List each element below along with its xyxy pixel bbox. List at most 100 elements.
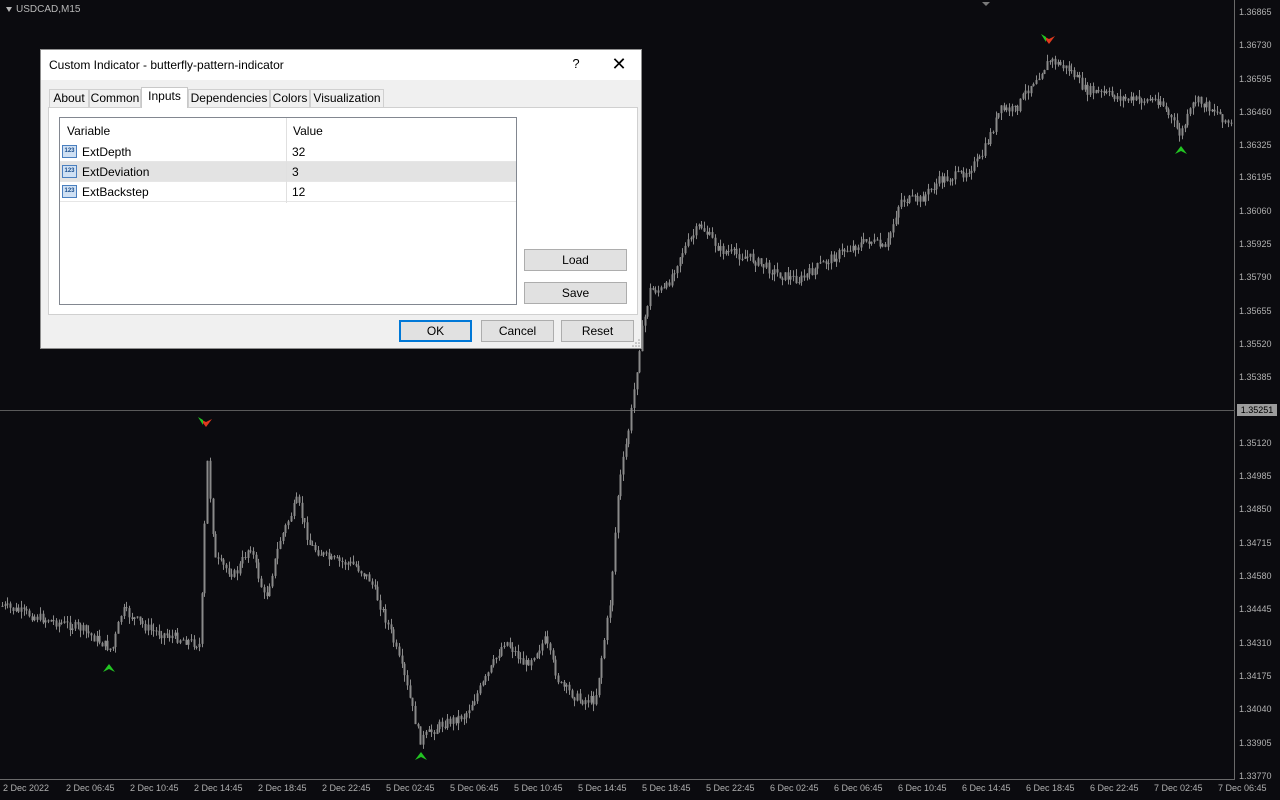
dropdown-triangle-icon[interactable] (6, 6, 12, 12)
candle-body (719, 246, 722, 251)
candle-body (951, 179, 954, 181)
candle-body (1062, 65, 1065, 69)
candle-body (25, 609, 28, 611)
candle-body (1084, 84, 1087, 90)
candle-body (295, 496, 298, 504)
dialog-title: Custom Indicator - butterfly-pattern-ind… (49, 58, 284, 72)
candle-body (671, 274, 674, 286)
candle-body (1135, 96, 1138, 101)
candle-body (74, 621, 77, 629)
dialog-titlebar[interactable]: Custom Indicator - butterfly-pattern-ind… (41, 50, 641, 80)
candle-body (949, 180, 952, 182)
candle-body (1097, 90, 1100, 92)
candle-body (98, 635, 101, 643)
candle-body (158, 630, 161, 636)
candle-body (50, 620, 53, 622)
candle-body (841, 249, 844, 251)
candle-body (233, 570, 236, 577)
candle-body (1170, 114, 1173, 118)
candle-body (663, 287, 666, 289)
variable-value[interactable]: 12 (292, 185, 305, 199)
tab-colors[interactable]: Colors (270, 89, 310, 107)
tab-dependencies[interactable]: Dependencies (188, 89, 270, 107)
candle-body (760, 258, 763, 265)
candle-body (187, 639, 190, 645)
close-button[interactable]: ✕ (607, 53, 631, 75)
candle-body (257, 562, 260, 579)
tab-inputs[interactable]: Inputs (141, 87, 188, 108)
column-header-value[interactable]: Value (293, 124, 323, 138)
candle-body (592, 695, 595, 705)
candle-body (652, 287, 655, 290)
candle-body (600, 658, 603, 678)
candle-body (376, 586, 379, 601)
variable-value[interactable]: 3 (292, 165, 299, 179)
candle-body (822, 261, 825, 263)
reset-button[interactable]: Reset (561, 320, 634, 342)
price-tick-label: 1.34715 (1239, 537, 1272, 548)
candle-body (230, 574, 233, 577)
candle-body (101, 642, 104, 647)
candle-body (525, 659, 528, 665)
column-header-variable[interactable]: Variable (67, 124, 110, 138)
candle-body (870, 241, 873, 244)
tab-visualization[interactable]: Visualization (310, 89, 384, 107)
cancel-button[interactable]: Cancel (481, 320, 554, 342)
help-button[interactable]: ? (567, 54, 585, 74)
table-row[interactable]: 123 ExtDepth 32 (60, 142, 516, 162)
candle-body (619, 474, 622, 497)
resize-grip-icon[interactable] (632, 339, 640, 347)
candle-body (63, 621, 66, 623)
inputs-table[interactable]: Variable Value 123 ExtDepth 32 123 ExtDe… (59, 117, 517, 305)
chart-shift-marker-icon[interactable] (982, 2, 990, 6)
candle-body (735, 248, 738, 255)
candle-body (58, 622, 61, 627)
price-tick-label: 1.36195 (1239, 172, 1272, 183)
candle-body (733, 248, 736, 250)
price-tick-label: 1.34580 (1239, 571, 1272, 582)
candle-body (374, 584, 377, 587)
candle-body (727, 251, 730, 253)
time-tick-label: 5 Dec 18:45 (642, 783, 691, 793)
candle-body (522, 658, 525, 665)
candle-body (239, 563, 242, 574)
candle-body (1070, 70, 1073, 72)
candle-body (487, 672, 490, 677)
candle-body (1230, 122, 1233, 124)
candle-body (171, 635, 174, 639)
load-button[interactable]: Load (524, 249, 627, 271)
candle-body (104, 640, 107, 647)
candle-body (39, 613, 42, 620)
table-row[interactable]: 123 ExtDeviation 3 (60, 162, 516, 182)
variable-value[interactable]: 32 (292, 145, 305, 159)
candle-body (930, 188, 933, 190)
candle-body (176, 632, 179, 643)
candle-body (1032, 83, 1035, 87)
candle-body (263, 587, 266, 593)
candle-body (333, 556, 336, 558)
candle-body (538, 650, 541, 654)
candle-body (900, 199, 903, 207)
candle-body (1113, 95, 1116, 100)
table-row[interactable]: 123 ExtBackstep 12 (60, 182, 516, 202)
candle-body (4, 604, 7, 606)
candle-body (395, 642, 398, 647)
tab-about[interactable]: About (49, 89, 89, 107)
price-tick-label: 1.35520 (1239, 339, 1272, 349)
candle-body (509, 642, 512, 648)
candle-body (889, 232, 892, 239)
column-separator[interactable] (286, 118, 287, 203)
candle-body (117, 621, 120, 634)
candle-body (1227, 120, 1230, 123)
tab-common[interactable]: Common (89, 89, 141, 107)
candle-body (382, 609, 385, 611)
ok-button[interactable]: OK (399, 320, 472, 342)
candle-body (314, 544, 317, 551)
save-button[interactable]: Save (524, 282, 627, 304)
time-tick-label: 2 Dec 14:45 (194, 783, 243, 793)
candle-body (968, 172, 971, 174)
candle-body (614, 532, 617, 572)
candle-body (338, 557, 341, 562)
candle-body (703, 228, 706, 232)
candle-body (341, 561, 344, 563)
